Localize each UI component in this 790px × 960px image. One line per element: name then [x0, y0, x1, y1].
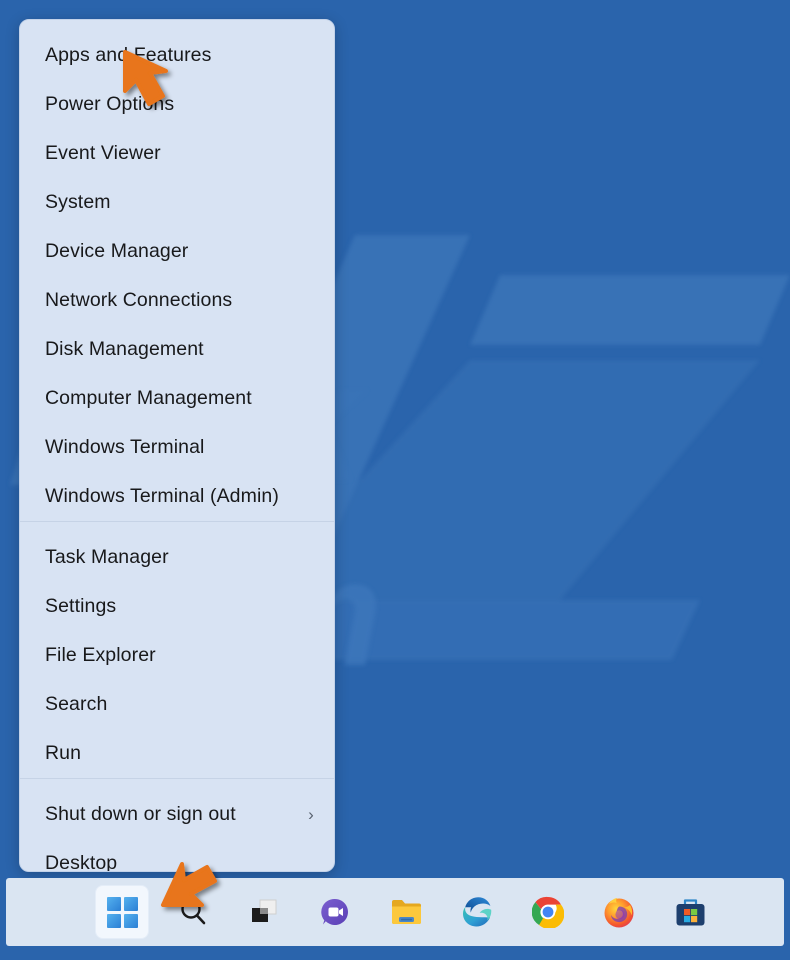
menu-item-label: Settings — [45, 595, 117, 617]
menu-item-label: Computer Management — [45, 387, 252, 409]
taskbar-button-file-explorer[interactable] — [380, 886, 432, 938]
chevron-right-icon: › — [308, 805, 314, 824]
mozilla-firefox-icon — [603, 896, 635, 928]
menu-item-label: Search — [45, 693, 108, 715]
menu-item-system[interactable]: System — [20, 178, 334, 227]
desktop-background: .com risk Apps and Features Power Option… — [0, 0, 790, 960]
taskbar-button-mozilla-firefox[interactable] — [593, 886, 645, 938]
menu-item-file-explorer[interactable]: File Explorer — [20, 631, 334, 680]
menu-item-settings[interactable]: Settings — [20, 582, 334, 631]
taskbar-icon-strip — [96, 886, 716, 938]
menu-item-task-manager[interactable]: Task Manager — [20, 533, 334, 582]
menu-item-apps-and-features[interactable]: Apps and Features — [20, 31, 334, 80]
menu-item-label: Network Connections — [45, 289, 233, 311]
chat-icon — [320, 897, 350, 927]
menu-item-label: Windows Terminal — [45, 436, 205, 458]
menu-item-label: File Explorer — [45, 644, 156, 666]
menu-item-label: Shut down or sign out — [45, 803, 236, 825]
winx-context-menu[interactable]: Apps and Features Power Options Event Vi… — [19, 19, 335, 872]
taskbar-button-google-chrome[interactable] — [522, 886, 574, 938]
taskbar-button-microsoft-store[interactable] — [664, 886, 716, 938]
taskbar-button-chat[interactable] — [309, 886, 361, 938]
microsoft-store-icon — [675, 897, 706, 928]
menu-item-power-options[interactable]: Power Options — [20, 80, 334, 129]
menu-item-run[interactable]: Run — [20, 729, 334, 778]
menu-item-label: Power Options — [45, 93, 175, 115]
task-view-icon — [249, 897, 279, 927]
menu-item-desktop[interactable]: Desktop — [20, 839, 334, 872]
menu-item-label: Windows Terminal (Admin) — [45, 485, 279, 507]
menu-item-network-connections[interactable]: Network Connections — [20, 276, 334, 325]
taskbar-button-microsoft-edge[interactable] — [451, 886, 503, 938]
search-icon — [178, 897, 208, 927]
menu-item-windows-terminal-admin[interactable]: Windows Terminal (Admin) — [20, 472, 334, 521]
windows-start-icon — [106, 896, 138, 928]
taskbar-button-start[interactable] — [96, 886, 148, 938]
menu-item-windows-terminal[interactable]: Windows Terminal — [20, 423, 334, 472]
menu-item-shut-down-or-sign-out[interactable]: Shut down or sign out › — [20, 790, 334, 839]
taskbar-button-search[interactable] — [167, 886, 219, 938]
menu-item-label: Disk Management — [45, 338, 204, 360]
menu-item-computer-management[interactable]: Computer Management — [20, 374, 334, 423]
menu-item-disk-management[interactable]: Disk Management — [20, 325, 334, 374]
menu-item-label: System — [45, 191, 111, 213]
menu-item-label: Device Manager — [45, 240, 189, 262]
google-chrome-icon — [532, 896, 564, 928]
menu-item-label: Desktop — [45, 852, 118, 872]
menu-group-session: Shut down or sign out › Desktop — [20, 779, 334, 872]
menu-item-label: Event Viewer — [45, 142, 161, 164]
taskbar[interactable] — [6, 878, 784, 946]
menu-item-label: Run — [45, 742, 82, 764]
menu-group-shell-tools: Task Manager Settings File Explorer Sear… — [20, 522, 334, 778]
menu-item-label: Task Manager — [45, 546, 169, 568]
taskbar-button-task-view[interactable] — [238, 886, 290, 938]
menu-item-label: Apps and Features — [45, 44, 212, 66]
file-explorer-icon — [390, 897, 423, 927]
menu-item-device-manager[interactable]: Device Manager — [20, 227, 334, 276]
microsoft-edge-icon — [461, 896, 493, 928]
menu-item-event-viewer[interactable]: Event Viewer — [20, 129, 334, 178]
menu-group-system-tools: Apps and Features Power Options Event Vi… — [20, 20, 334, 521]
menu-item-search[interactable]: Search — [20, 680, 334, 729]
